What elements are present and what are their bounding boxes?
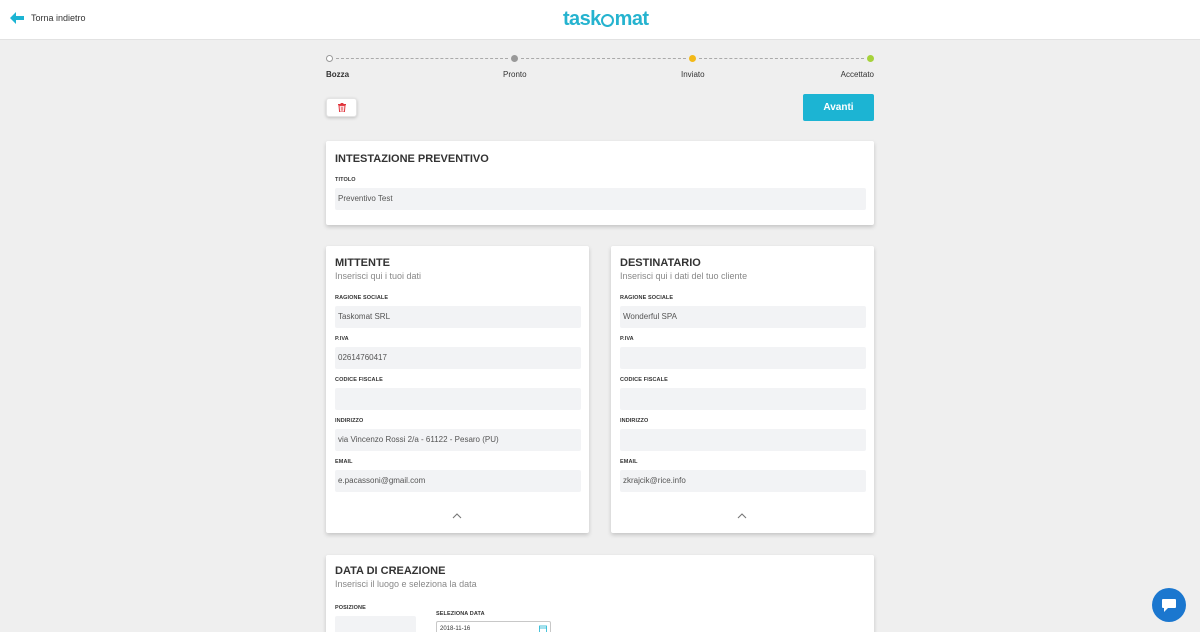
codice-fiscale-input[interactable]	[620, 388, 866, 410]
delete-button[interactable]	[326, 98, 357, 117]
recipient-card: DESTINATARIO Inserisci qui i dati del tu…	[611, 246, 874, 533]
card-title: DATA DI CREAZIONE	[335, 565, 446, 577]
arrow-left-icon	[10, 12, 24, 24]
date-value: 2018-11-16	[440, 626, 471, 632]
field-label: INDIRIZZO	[335, 418, 364, 424]
step-label-accettato[interactable]: Accettato	[841, 70, 874, 79]
status-stepper: Bozza Pronto Inviato Accettato	[326, 54, 874, 82]
step-dot-inviato[interactable]	[689, 55, 696, 62]
position-label: POSIZIONE	[335, 605, 366, 611]
field-label: EMAIL	[620, 459, 638, 465]
piva-input[interactable]	[620, 347, 866, 369]
ragione-sociale-input[interactable]: Taskomat SRL	[335, 306, 581, 328]
trash-icon	[337, 103, 346, 112]
stepper-line	[699, 58, 864, 59]
card-title: INTESTAZIONE PREVENTIVO	[335, 153, 489, 165]
chevron-up-icon[interactable]	[452, 512, 462, 519]
card-title: DESTINATARIO	[620, 257, 701, 269]
indirizzo-input[interactable]: via Vincenzo Rossi 2/a - 61122 - Pesaro …	[335, 429, 581, 451]
step-label-inviato[interactable]: Inviato	[681, 70, 705, 79]
indirizzo-input[interactable]	[620, 429, 866, 451]
step-dot-accettato[interactable]	[867, 55, 874, 62]
email-input[interactable]: e.pacassoni@gmail.com	[335, 470, 581, 492]
field-label: INDIRIZZO	[620, 418, 649, 424]
chat-bubble-icon	[1162, 598, 1176, 612]
field-label: P.IVA	[335, 336, 349, 342]
card-subtitle: Inserisci il luogo e seleziona la data	[335, 579, 477, 589]
card-subtitle: Inserisci qui i tuoi dati	[335, 271, 422, 281]
field-label: RAGIONE SOCIALE	[335, 295, 389, 301]
sender-card: MITTENTE Inserisci qui i tuoi dati RAGIO…	[326, 246, 589, 533]
top-bar: Torna indietro task mat	[0, 0, 1200, 40]
email-input[interactable]: zkrajcik@rice.info	[620, 470, 866, 492]
chevron-up-icon[interactable]	[737, 512, 747, 519]
next-button[interactable]: Avanti	[803, 94, 874, 121]
position-input[interactable]	[335, 616, 416, 632]
step-label-bozza[interactable]: Bozza	[326, 70, 349, 79]
logo-o-icon	[601, 14, 615, 27]
taskomat-logo[interactable]: task mat	[563, 8, 649, 31]
field-label: RAGIONE SOCIALE	[620, 295, 674, 301]
field-label: CODICE FISCALE	[620, 377, 668, 383]
stepper-line	[336, 58, 508, 59]
step-dot-bozza[interactable]	[326, 55, 333, 62]
calendar-icon[interactable]	[539, 625, 547, 632]
card-subtitle: Inserisci qui i dati del tuo cliente	[620, 271, 748, 281]
field-label: CODICE FISCALE	[335, 377, 383, 383]
back-button[interactable]: Torna indietro	[10, 12, 86, 24]
date-input[interactable]: 2018-11-16	[436, 621, 551, 632]
stepper-line	[521, 58, 686, 59]
step-label-pronto[interactable]: Pronto	[503, 70, 527, 79]
step-dot-pronto[interactable]	[511, 55, 518, 62]
chat-button[interactable]	[1152, 588, 1186, 622]
card-title: MITTENTE	[335, 257, 390, 269]
field-label: P.IVA	[620, 336, 634, 342]
codice-fiscale-input[interactable]	[335, 388, 581, 410]
quote-header-card: INTESTAZIONE PREVENTIVO TITOLO Preventiv…	[326, 141, 874, 225]
title-input[interactable]: Preventivo Test	[335, 188, 866, 210]
ragione-sociale-input[interactable]: Wonderful SPA	[620, 306, 866, 328]
field-label: EMAIL	[335, 459, 353, 465]
piva-input[interactable]: 02614760417	[335, 347, 581, 369]
creation-date-card: DATA DI CREAZIONE Inserisci il luogo e s…	[326, 555, 874, 632]
date-label: SELEZIONA DATA	[436, 611, 485, 617]
back-label: Torna indietro	[31, 13, 86, 23]
title-label: TITOLO	[335, 177, 356, 183]
